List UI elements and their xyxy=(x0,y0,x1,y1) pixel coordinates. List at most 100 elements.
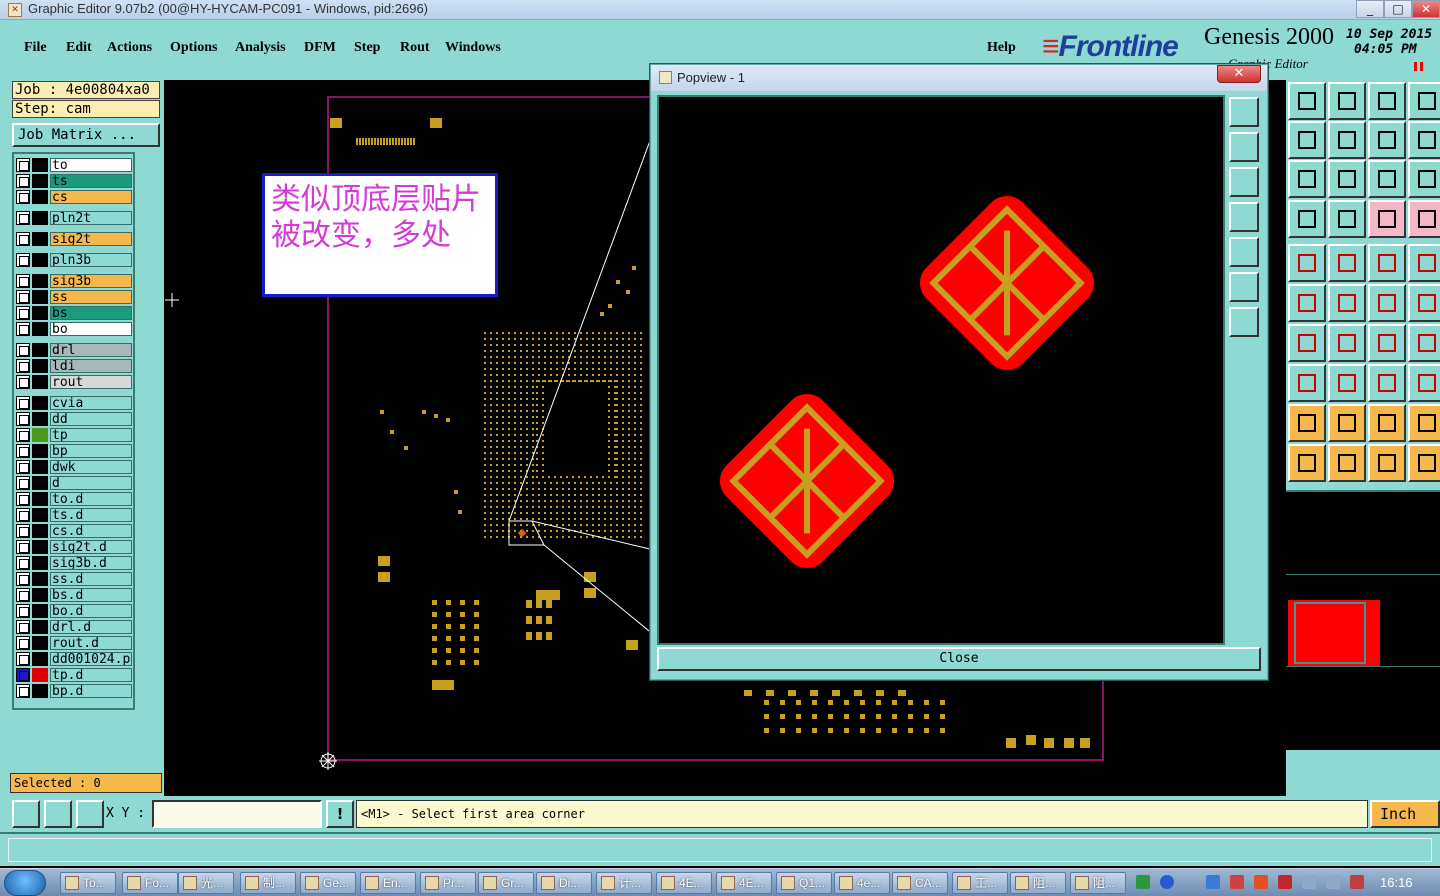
menu-file[interactable]: File xyxy=(24,40,47,56)
popview-close-x[interactable]: ✕ xyxy=(1217,65,1261,83)
layer-color-swatch[interactable] xyxy=(32,359,48,373)
corner-icon[interactable] xyxy=(1288,364,1326,402)
layer-name[interactable]: sig3b✎ xyxy=(50,274,132,288)
layer-color-swatch[interactable] xyxy=(32,460,48,474)
layer-checkbox[interactable] xyxy=(16,492,30,506)
layer-row[interactable]: bp.d xyxy=(16,684,142,698)
home-icon[interactable] xyxy=(1368,82,1406,120)
layer-color-swatch[interactable] xyxy=(32,396,48,410)
minus-icon[interactable] xyxy=(1328,364,1366,402)
layer-name[interactable]: ss✎ xyxy=(50,290,132,304)
triangle-icon[interactable] xyxy=(1288,404,1326,442)
layer-color-swatch[interactable] xyxy=(32,684,48,698)
layer-name[interactable]: bs.d xyxy=(50,588,132,602)
layer-color-swatch[interactable] xyxy=(32,190,48,204)
layer-row[interactable]: cvia xyxy=(16,396,142,410)
layer-checkbox[interactable] xyxy=(16,274,30,288)
layer-name[interactable]: bp.d xyxy=(50,684,132,698)
layer-row[interactable]: tp.d xyxy=(16,668,142,682)
layer-checkbox[interactable] xyxy=(16,412,30,426)
layer-row[interactable]: ts xyxy=(16,174,142,188)
taskbar-item[interactable]: To... xyxy=(60,872,116,894)
dot-icon[interactable] xyxy=(1408,244,1440,282)
pointer-path-icon[interactable] xyxy=(1408,444,1440,482)
layer-row[interactable]: rout xyxy=(16,375,142,389)
layer-color-swatch[interactable] xyxy=(32,428,48,442)
text-a-rotate-icon[interactable] xyxy=(1408,404,1440,442)
menu-actions[interactable]: Actions xyxy=(107,40,152,56)
layer-name[interactable]: rout.d xyxy=(50,636,132,650)
layer-checkbox[interactable] xyxy=(16,636,30,650)
layer-color-swatch[interactable] xyxy=(32,652,48,666)
layer-checkbox[interactable] xyxy=(16,396,30,410)
layer-color-swatch[interactable] xyxy=(32,620,48,634)
taskbar-item[interactable]: CA... xyxy=(892,872,948,894)
layer-checkbox[interactable] xyxy=(16,211,30,225)
menu-options[interactable]: Options xyxy=(170,40,217,56)
text-a-icon[interactable] xyxy=(1328,404,1366,442)
layer-color-swatch[interactable] xyxy=(32,524,48,538)
menu-analysis[interactable]: Analysis xyxy=(235,40,286,56)
layer-color-swatch[interactable] xyxy=(32,556,48,570)
layer-checkbox[interactable] xyxy=(16,322,30,336)
layer-name[interactable]: bo.d✎ xyxy=(50,604,132,618)
layer-color-swatch[interactable] xyxy=(32,375,48,389)
menu-windows[interactable]: Windows xyxy=(445,40,501,56)
layer-checkbox[interactable] xyxy=(16,540,30,554)
layer-name[interactable]: sig2t.d✎ xyxy=(50,540,132,554)
layer-name[interactable]: bs xyxy=(50,306,132,320)
taskbar-item[interactable]: 制... xyxy=(240,872,296,894)
layer-color-swatch[interactable] xyxy=(32,476,48,490)
layer-row[interactable]: sig3b.d✎ xyxy=(16,556,142,570)
layer-checkbox[interactable] xyxy=(16,476,30,490)
layer-color-swatch[interactable] xyxy=(32,253,48,267)
menu-help[interactable]: Help xyxy=(987,40,1016,56)
pad-add-icon[interactable] xyxy=(1288,244,1326,282)
group-icon[interactable] xyxy=(1408,364,1440,402)
draw-line-icon[interactable] xyxy=(1288,324,1326,362)
tray-icon-b[interactable] xyxy=(1230,875,1244,889)
layer-name[interactable]: drl.d xyxy=(50,620,132,634)
layer-checkbox[interactable] xyxy=(16,668,30,682)
minimize-button[interactable]: _ xyxy=(1356,0,1384,18)
taskbar-item[interactable]: 工... xyxy=(952,872,1008,894)
layer-row[interactable]: d xyxy=(16,476,142,490)
layer-checkbox[interactable] xyxy=(16,290,30,304)
layer-name[interactable]: ts.d xyxy=(50,508,132,522)
layer-color-swatch[interactable] xyxy=(32,540,48,554)
layer-name[interactable]: tp.d xyxy=(50,668,132,682)
align-left-icon[interactable] xyxy=(1288,121,1326,159)
layer-row[interactable]: ts.d xyxy=(16,508,142,522)
layer-color-swatch[interactable] xyxy=(32,572,48,586)
layer-checkbox[interactable] xyxy=(16,684,30,698)
layer-row[interactable]: sig2t✎ xyxy=(16,232,142,246)
layer-row[interactable]: bo.d✎ xyxy=(16,604,142,618)
layer-checkbox[interactable] xyxy=(16,572,30,586)
layer-color-swatch[interactable] xyxy=(32,492,48,506)
center-icon[interactable] xyxy=(1368,364,1406,402)
grid-button[interactable] xyxy=(76,800,104,828)
layer-checkbox[interactable] xyxy=(16,588,30,602)
layer-row[interactable]: rout.d xyxy=(16,636,142,650)
pointer-icon[interactable] xyxy=(1288,444,1326,482)
layer-name[interactable]: cs.d✎ xyxy=(50,524,132,538)
zoom-center-icon[interactable] xyxy=(1328,160,1366,198)
align-right-icon[interactable] xyxy=(1328,121,1366,159)
pointer-alt-icon[interactable] xyxy=(1328,444,1366,482)
popview-zoom-window-button[interactable] xyxy=(1229,97,1259,127)
layer-color-swatch[interactable] xyxy=(32,343,48,357)
popview-pan-up-button[interactable] xyxy=(1229,132,1259,162)
select-pad-alt-icon[interactable] xyxy=(1408,200,1440,238)
maximize-button[interactable]: □ xyxy=(1384,0,1412,18)
alert-button[interactable]: ! xyxy=(326,800,354,828)
layer-row[interactable]: to.d✎ xyxy=(16,492,142,506)
layer-checkbox[interactable] xyxy=(16,375,30,389)
popview-zoom-out-button[interactable] xyxy=(1229,307,1259,337)
layer-row[interactable]: dwk xyxy=(16,460,142,474)
layer-row[interactable]: tp xyxy=(16,428,142,442)
layer-checkbox[interactable] xyxy=(16,359,30,373)
taskbar-item[interactable]: 计... xyxy=(596,872,652,894)
layer-name[interactable]: bo✎ xyxy=(50,322,132,336)
layer-checkbox[interactable] xyxy=(16,158,30,172)
layer-name[interactable]: sig3b.d✎ xyxy=(50,556,132,570)
